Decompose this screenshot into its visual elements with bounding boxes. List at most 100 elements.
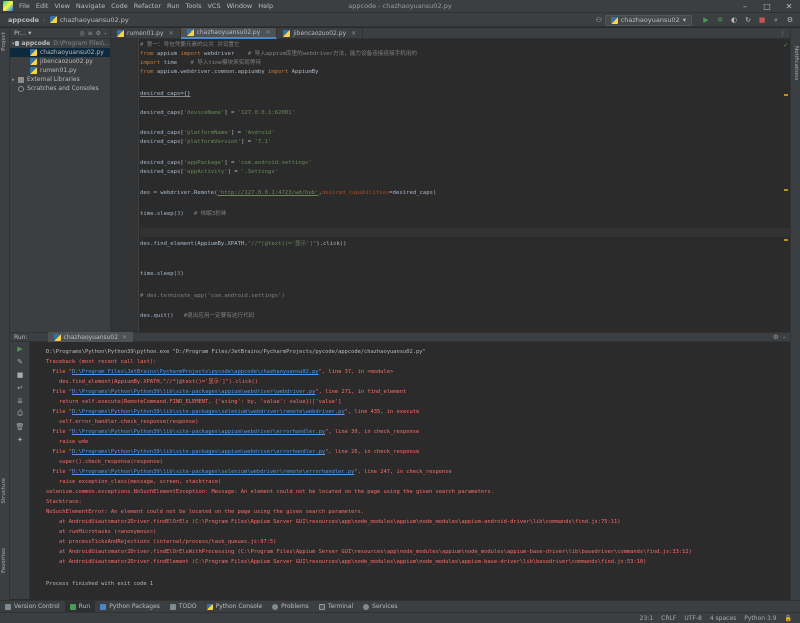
gear-icon[interactable]: ⚙	[96, 30, 101, 37]
close-tab-icon[interactable]: ✕	[122, 334, 127, 341]
hide-icon[interactable]: –	[104, 30, 107, 37]
menu-help[interactable]: Help	[258, 2, 273, 10]
line-separator[interactable]: CRLF	[661, 615, 676, 622]
close-window-icon[interactable]: ✕	[778, 0, 800, 13]
tree-file-item[interactable]: rumen01.py	[10, 66, 110, 75]
scrollbar-marker[interactable]	[784, 189, 788, 191]
editor-tab[interactable]: jibencaozuo02.py ✕	[277, 28, 364, 39]
project-panel-title[interactable]: Pr...	[14, 29, 26, 37]
code-editor[interactable]: ✓ # 第一：导包凭要元素的公共 并设置它 from appium import…	[111, 39, 790, 332]
tool-tab-version-control[interactable]: Version Control	[0, 601, 65, 613]
menu-edit[interactable]: Edit	[36, 2, 49, 10]
settings-icon[interactable]: ⚙	[784, 14, 796, 26]
tool-tab-services[interactable]: Services	[358, 601, 402, 613]
wrench-icon[interactable]: ✎	[10, 355, 30, 368]
favorites-tool-tab[interactable]: Favorites	[1, 548, 7, 573]
notifications-tool-tab[interactable]: Notifications	[793, 46, 799, 80]
search-icon[interactable]: ⌕	[770, 14, 782, 26]
minimize-icon[interactable]: –	[734, 0, 756, 13]
tool-tab-todo[interactable]: TODO	[165, 601, 202, 613]
user-icon[interactable]: ⚇	[593, 14, 605, 26]
tool-tab-label: Run	[78, 603, 91, 610]
run-configuration-select[interactable]: chazhaoyuansu02 ▾	[604, 14, 692, 26]
breadcrumb-file[interactable]: chazhaoyuansu02.py	[60, 16, 129, 24]
tree-scratches[interactable]: Scratches and Consoles	[10, 84, 110, 93]
menu-refactor[interactable]: Refactor	[134, 2, 161, 10]
traceback-link[interactable]: D:\Programs\Python\Python39\lib\site-pac…	[72, 389, 315, 395]
run-tab[interactable]: chazhaoyuansu02 ✕	[47, 332, 134, 342]
caret-line-highlight	[140, 228, 790, 237]
console-line: Traceback (most recent call last):	[46, 359, 157, 365]
editor-tab-active[interactable]: chazhaoyuansu02.py ✕	[180, 28, 278, 39]
tree-file-item[interactable]: chazhaoyuansu02.py	[10, 48, 110, 57]
tree-root[interactable]: ▾ appcode D:\Program Files\...	[10, 39, 110, 48]
tree-external-libraries[interactable]: ▸ External Libraries	[10, 75, 110, 84]
scrollbar-marker[interactable]	[784, 94, 788, 96]
code-line: time.sleep(3)	[140, 271, 184, 277]
tool-tab-problems[interactable]: Problems	[267, 601, 314, 613]
menu-tools[interactable]: Tools	[185, 2, 201, 10]
chevron-down-icon[interactable]: ▾	[28, 29, 31, 37]
tool-tab-python-packages[interactable]: Python Packages	[95, 601, 165, 613]
close-tab-icon[interactable]: ✕	[265, 29, 270, 36]
menu-vcs[interactable]: VCS	[207, 2, 220, 10]
python-file-icon	[30, 58, 37, 65]
structure-tool-tab[interactable]: Structure	[1, 478, 7, 504]
breadcrumb-project[interactable]: appcode	[8, 16, 39, 24]
close-tab-icon[interactable]: ✕	[169, 30, 174, 37]
menu-view[interactable]: View	[54, 2, 69, 10]
debug-icon[interactable]: ✲	[714, 14, 726, 26]
traceback-link[interactable]: D:\Program Files\JetBrains\PycharmProjec…	[72, 369, 319, 375]
rerun-icon[interactable]: ↻	[742, 14, 754, 26]
tree-file-item[interactable]: jibencaozuo02.py	[10, 57, 110, 66]
file-encoding[interactable]: UTF-8	[684, 615, 702, 622]
tool-tab-python-console[interactable]: Python Console	[202, 601, 268, 613]
hide-icon[interactable]: –	[783, 333, 786, 341]
python-interpreter[interactable]: Python 3.9	[744, 615, 776, 622]
traceback-link[interactable]: D:\Programs\Python\Python39\lib\site-pac…	[72, 469, 354, 475]
soft-wrap-icon[interactable]: ↵	[10, 381, 30, 394]
menu-run[interactable]: Run	[167, 2, 179, 10]
editor-tab[interactable]: rumen01.py ✕	[111, 28, 181, 39]
gear-icon[interactable]: ⚙	[773, 333, 779, 341]
run-icon[interactable]: ▶	[700, 14, 712, 26]
traceback-link[interactable]: D:\Programs\Python\Python39\lib\site-pac…	[72, 429, 325, 435]
traceback-link[interactable]: D:\Programs\Python\Python39\lib\site-pac…	[72, 409, 345, 415]
locate-icon[interactable]: ◎	[79, 30, 84, 37]
editor-tab-label: rumen01.py	[127, 30, 164, 37]
caret-position[interactable]: 23:1	[640, 615, 653, 622]
close-tab-icon[interactable]: ✕	[351, 30, 356, 37]
navigation-bar: appcode › chazhaoyuansu02.py ⚇ chazhaoyu…	[0, 13, 800, 27]
menu-code[interactable]: Code	[111, 2, 128, 10]
tool-tab-terminal[interactable]: Terminal	[314, 601, 358, 613]
console-line: self.error_handler.check_response(respon…	[46, 419, 199, 425]
traceback-link[interactable]: D:\Programs\Python\Python39\lib\site-pac…	[72, 449, 325, 455]
tool-tab-run[interactable]: Run	[64, 600, 96, 613]
code-line: # des.terminate_app('com.android.setting…	[140, 293, 285, 299]
lock-icon[interactable]: 🔓	[785, 615, 792, 622]
maximize-icon[interactable]: □	[756, 0, 778, 13]
pin-icon[interactable]: ✦	[10, 433, 30, 446]
rerun-icon[interactable]: ▶	[10, 342, 30, 355]
python-file-icon	[186, 29, 194, 36]
stop-icon[interactable]: ■	[10, 368, 30, 381]
scrollbar-marker[interactable]	[784, 239, 788, 241]
stop-icon[interactable]: ■	[756, 14, 768, 26]
python-console-icon	[206, 603, 213, 610]
menu-window[interactable]: Window	[227, 2, 253, 10]
print-icon[interactable]: ⎙	[10, 407, 30, 420]
menu-navigate[interactable]: Navigate	[76, 2, 105, 10]
coverage-icon[interactable]: ◐	[728, 14, 740, 26]
run-console[interactable]: D:\Programs\Python\Python39\python.exe "…	[30, 342, 790, 599]
inspection-ok-icon[interactable]: ✓	[783, 42, 788, 49]
code-line: from appium.webdriver.common.appiumby im…	[140, 69, 319, 75]
project-tool-tab[interactable]: Project	[1, 32, 7, 51]
run-icon	[69, 603, 76, 610]
scroll-to-end-icon[interactable]: ⇊	[10, 394, 30, 407]
indent-setting[interactable]: 4 spaces	[710, 615, 736, 622]
clear-icon[interactable]: 🗑	[10, 420, 30, 433]
tab-list-icon[interactable]: ⋮	[780, 29, 787, 37]
collapse-icon[interactable]: ≡	[88, 30, 93, 37]
services-icon	[363, 603, 370, 610]
menu-file[interactable]: File	[19, 2, 30, 10]
